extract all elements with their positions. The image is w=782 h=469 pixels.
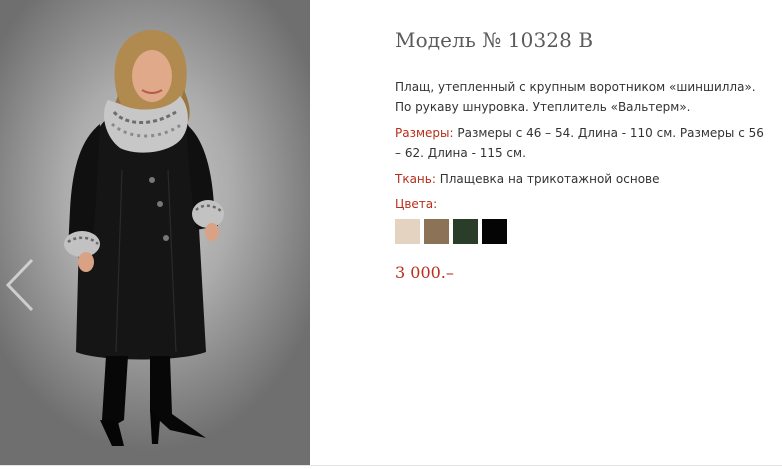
- gallery-prev-button[interactable]: [2, 256, 36, 314]
- divider: [0, 465, 782, 466]
- model-in-coat-image: [64, 29, 224, 446]
- product-info: Модель № 10328 В Плащ, утепленный с круп…: [395, 24, 770, 287]
- color-swatch[interactable]: [395, 219, 420, 244]
- fabric-row: Ткань: Плащевка на трикотажной основе: [395, 169, 770, 189]
- chevron-left-icon: [5, 258, 34, 312]
- color-swatch[interactable]: [453, 219, 478, 244]
- fabric-value: Плащевка на трикотажной основе: [439, 172, 660, 186]
- product-description: Плащ, утепленный с крупным воротником «ш…: [395, 80, 756, 114]
- colors-label: Цвета:: [395, 197, 438, 211]
- product-price: 3 000.–: [395, 263, 454, 282]
- product-page: Модель № 10328 В Плащ, утепленный с круп…: [0, 0, 782, 469]
- product-title: Модель № 10328 В: [395, 28, 594, 52]
- color-swatches: [395, 219, 770, 244]
- fabric-label: Ткань:: [395, 172, 436, 186]
- product-photo: [0, 0, 310, 465]
- color-swatch[interactable]: [424, 219, 449, 244]
- sizes-label: Размеры:: [395, 126, 454, 140]
- color-swatch[interactable]: [482, 219, 507, 244]
- sizes-row: Размеры: Размеры с 46 – 54. Длина - 110 …: [395, 123, 770, 163]
